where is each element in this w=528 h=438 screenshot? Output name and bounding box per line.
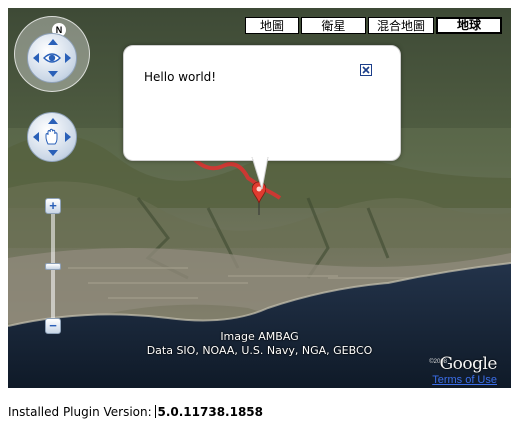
hand-icon — [45, 128, 58, 145]
look-right-arrow-icon[interactable] — [65, 53, 71, 63]
plugin-version-label: Installed Plugin Version: — [8, 405, 152, 419]
move-left-arrow-icon[interactable] — [33, 132, 39, 142]
map-type-map[interactable]: 地圖 — [245, 17, 299, 34]
terms-of-use-link[interactable]: Terms of Use — [432, 374, 497, 386]
info-window-text: Hello world! — [144, 70, 217, 84]
zoom-slider-thumb[interactable] — [45, 263, 61, 270]
google-logo: Google — [439, 354, 498, 374]
map-type-earth[interactable]: 地球 — [436, 17, 502, 34]
look-up-arrow-icon[interactable] — [48, 39, 58, 45]
look-down-arrow-icon[interactable] — [48, 71, 58, 77]
plugin-version-value: 5.0.11738.1858 — [157, 405, 264, 419]
info-window: Hello world! — [123, 45, 401, 161]
move-up-arrow-icon[interactable] — [48, 118, 58, 124]
map-type-switcher: 地圖 衛星 混合地圖 地球 — [245, 17, 502, 34]
info-window-tail — [251, 157, 269, 190]
map-type-satellite[interactable]: 衛星 — [301, 17, 366, 34]
zoom-in-icon[interactable]: + — [45, 198, 61, 214]
close-icon — [362, 66, 370, 74]
move-right-arrow-icon[interactable] — [65, 132, 71, 142]
data-credit: Data SIO, NOAA, U.S. Navy, NGA, GEBCO — [146, 344, 373, 357]
look-left-arrow-icon[interactable] — [33, 53, 39, 63]
info-window-close-button[interactable] — [360, 64, 372, 76]
imagery-credit: Image AMBAG — [220, 330, 299, 343]
plugin-version-line: Installed Plugin Version: 5.0.11738.1858 — [8, 405, 263, 419]
look-control[interactable] — [27, 33, 77, 83]
eye-icon — [43, 53, 61, 63]
move-control[interactable] — [27, 112, 77, 162]
map-type-hybrid[interactable]: 混合地圖 — [368, 17, 434, 34]
earth-map-view[interactable]: 地圖 衛星 混合地圖 地球 N + − Hello world! Image A… — [8, 8, 511, 388]
move-down-arrow-icon[interactable] — [48, 150, 58, 156]
